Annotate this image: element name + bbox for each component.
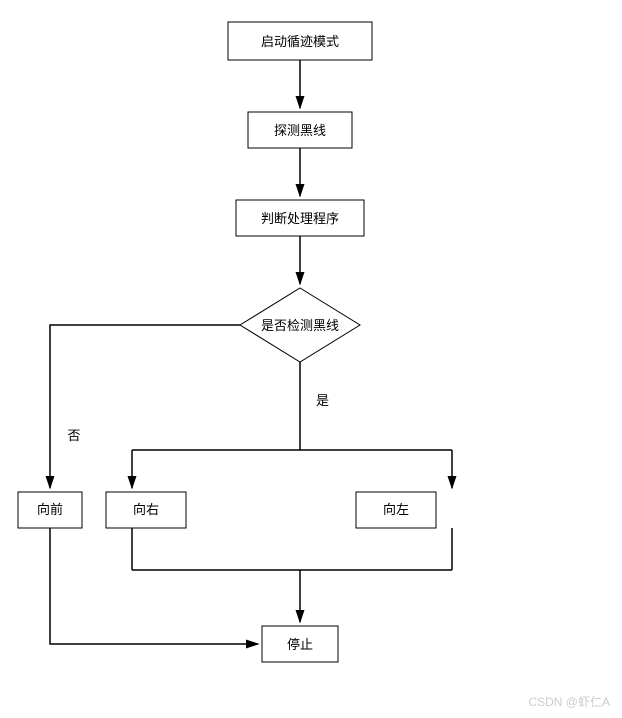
process-label: 判断处理程序 xyxy=(261,211,339,226)
start-label: 启动循迹模式 xyxy=(261,34,339,49)
forward-label: 向前 xyxy=(37,502,63,517)
arrow-forward-stop xyxy=(50,528,258,644)
yes-label: 是 xyxy=(316,393,329,408)
left-label: 向左 xyxy=(383,502,409,517)
watermark: CSDN @虾仁A xyxy=(528,693,610,710)
decision-label: 是否检测黑线 xyxy=(261,318,339,333)
right-label: 向右 xyxy=(133,502,159,517)
no-label: 否 xyxy=(67,428,80,443)
arrow-no-branch xyxy=(50,325,240,488)
stop-label: 停止 xyxy=(287,637,313,652)
detect-label: 探测黑线 xyxy=(274,123,326,138)
